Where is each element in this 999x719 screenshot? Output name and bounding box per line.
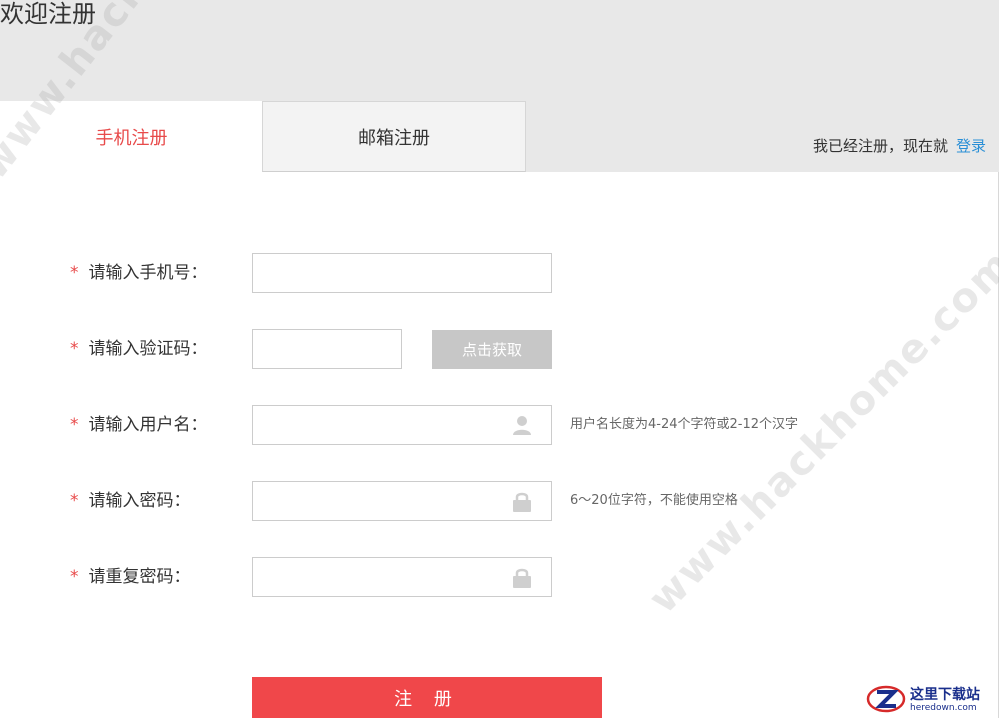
username-label: * 请输入用户名： <box>70 414 208 436</box>
password-label-text: 请输入密码： <box>88 491 191 511</box>
tab-label: 邮箱注册 <box>358 127 430 149</box>
user-icon <box>511 414 533 436</box>
password-field[interactable] <box>252 481 552 521</box>
code-input[interactable] <box>261 330 395 368</box>
password-hint: 6～20位字符，不能使用空格 <box>570 493 738 508</box>
confirm-password-label-text: 请重复密码： <box>88 567 191 587</box>
login-link[interactable]: 登录 <box>956 137 986 155</box>
confirm-password-field[interactable] <box>252 557 552 597</box>
phone-input[interactable] <box>261 254 505 292</box>
tab-phone-register[interactable]: 手机注册 <box>0 101 263 172</box>
lock-icon <box>511 566 533 588</box>
code-label: * 请输入验证码： <box>70 338 208 360</box>
logo-title: 这里下载站 <box>910 687 980 703</box>
username-hint: 用户名长度为4-24个字符或2-12个汉字 <box>570 417 799 432</box>
tab-email-register[interactable]: 邮箱注册 <box>262 101 526 172</box>
phone-label-text: 请输入手机号： <box>88 263 208 283</box>
page-title: 欢迎注册 <box>0 0 96 28</box>
required-mark: * <box>70 339 79 359</box>
code-label-text: 请输入验证码： <box>88 339 208 359</box>
required-mark: * <box>70 263 79 283</box>
required-mark: * <box>70 491 79 511</box>
confirm-password-label: * 请重复密码： <box>70 566 191 588</box>
logo-subtitle: heredown.com <box>910 703 977 713</box>
required-mark: * <box>70 567 79 587</box>
lock-icon <box>511 490 533 512</box>
tab-label: 手机注册 <box>95 127 168 149</box>
username-label-text: 请输入用户名： <box>88 415 208 435</box>
password-label: * 请输入密码： <box>70 490 191 512</box>
login-hint-text: 我已经注册，现在就 <box>813 137 949 155</box>
z-logo-icon <box>866 683 906 719</box>
phone-label: * 请输入手机号： <box>70 262 208 284</box>
password-input[interactable] <box>261 482 505 520</box>
site-logo: 这里下载站 heredown.com <box>866 683 999 718</box>
login-hint: 我已经注册，现在就 登录 <box>813 136 986 156</box>
confirm-password-input[interactable] <box>261 558 505 596</box>
code-field[interactable] <box>252 329 402 369</box>
required-mark: * <box>70 415 79 435</box>
phone-field[interactable] <box>252 253 552 293</box>
register-button[interactable]: 注 册 <box>252 677 602 718</box>
username-field[interactable] <box>252 405 552 445</box>
username-input[interactable] <box>261 406 505 444</box>
get-code-button[interactable]: 点击获取 <box>432 330 552 369</box>
